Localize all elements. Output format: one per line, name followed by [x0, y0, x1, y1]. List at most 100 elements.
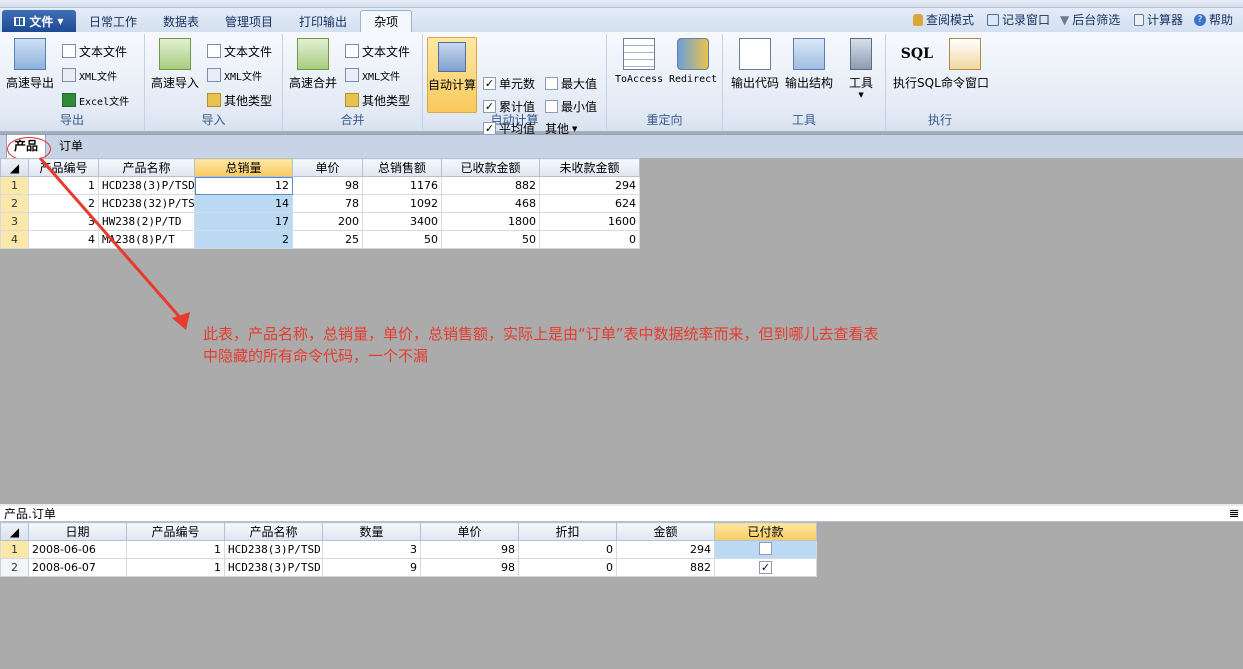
cell-date[interactable]: 2008-06-07	[28, 558, 127, 577]
cumulative-checkbox[interactable]: ✓ 累计值	[483, 97, 535, 115]
column-header-product-id[interactable]: 产品编号	[126, 522, 225, 541]
tab-misc[interactable]: 杂项	[360, 10, 413, 32]
column-header-unreceived[interactable]: 未收款金额	[539, 158, 640, 177]
pin-icon[interactable]: 𝌆	[1229, 507, 1239, 520]
cell-discount[interactable]: 0	[518, 558, 617, 577]
execute-sql-button[interactable]: SQL 执行SQL	[893, 38, 941, 91]
cell-product-name[interactable]: HCD238(3)P/TSD	[224, 540, 323, 559]
auto-calculate-button[interactable]: 自动计算	[427, 37, 477, 113]
cell-date[interactable]: 2008-06-06	[28, 540, 127, 559]
cell-paid[interactable]: ✓	[714, 558, 817, 577]
cell-amount[interactable]: 882	[616, 558, 715, 577]
column-header-total-sales[interactable]: 总销售额	[362, 158, 442, 177]
cell-product-id[interactable]: 1	[126, 558, 225, 577]
row-number[interactable]: 4	[0, 230, 29, 249]
cell-count-checkbox[interactable]: ✓ 单元数	[483, 74, 535, 92]
cell-total-qty[interactable]: 12	[194, 176, 293, 195]
view-mode-button[interactable]: 查阅模式	[913, 11, 974, 28]
column-header-paid[interactable]: 已付款	[714, 522, 817, 541]
column-header-quantity[interactable]: 数量	[322, 522, 421, 541]
cell-product-id[interactable]: 2	[28, 194, 99, 213]
command-window-button[interactable]: 命令窗口	[941, 38, 989, 91]
output-code-button[interactable]: 输出代码	[731, 38, 779, 91]
cell-product-name[interactable]: HCD238(32)P/TS	[98, 194, 195, 213]
help-button[interactable]: ? 帮助	[1194, 11, 1233, 28]
toaccess-button[interactable]: ToAccess	[615, 38, 663, 85]
row-number[interactable]: 3	[0, 212, 29, 231]
min-value-checkbox[interactable]: 最小值	[545, 97, 597, 115]
max-value-checkbox[interactable]: 最大值	[545, 74, 597, 92]
tab-print-output[interactable]: 打印输出	[286, 10, 360, 32]
column-header-product-name[interactable]: 产品名称	[224, 522, 323, 541]
cell-product-name[interactable]: HCD238(3)P/TSD	[224, 558, 323, 577]
merge-text-file-button[interactable]: 文本文件	[345, 42, 410, 60]
tab-data-table[interactable]: 数据表	[150, 10, 212, 32]
column-header-product-id[interactable]: 产品编号	[28, 158, 99, 177]
cell-unreceived[interactable]: 1600	[539, 212, 640, 231]
table-row[interactable]: 2 2008-06-07 1 HCD238(3)P/TSD 9 98 0 882…	[0, 558, 817, 577]
table-row[interactable]: 3 3 HW238(2)P/TD 17 200 3400 1800 1600	[0, 212, 640, 231]
column-header-total-qty[interactable]: 总销量	[194, 158, 293, 177]
cell-total-qty[interactable]: 2	[194, 230, 293, 249]
import-xml-file-button[interactable]: XML文件	[207, 66, 262, 84]
record-window-button[interactable]: 记录窗口	[987, 11, 1050, 28]
cell-price[interactable]: 98	[292, 176, 363, 195]
cell-paid[interactable]	[714, 540, 817, 559]
cell-total-qty[interactable]: 14	[194, 194, 293, 213]
cell-received[interactable]: 882	[441, 176, 540, 195]
cell-quantity[interactable]: 3	[322, 540, 421, 559]
export-xml-file-button[interactable]: XML文件	[62, 66, 117, 84]
fast-merge-button[interactable]: 高速合并	[289, 38, 337, 91]
cell-product-id[interactable]: 4	[28, 230, 99, 249]
cell-quantity[interactable]: 9	[322, 558, 421, 577]
table-row[interactable]: 1 1 HCD238(3)P/TSD 12 98 1176 882 294	[0, 176, 640, 195]
column-header-price[interactable]: 单价	[420, 522, 519, 541]
cell-product-name[interactable]: MA238(8)P/T	[98, 230, 195, 249]
paid-checkbox[interactable]: ✓	[759, 561, 772, 574]
export-excel-file-button[interactable]: Excel文件	[62, 91, 129, 109]
grid-corner[interactable]: ◢	[0, 158, 29, 177]
cell-price[interactable]: 25	[292, 230, 363, 249]
cell-received[interactable]: 50	[441, 230, 540, 249]
tab-daily-work[interactable]: 日常工作	[76, 10, 150, 32]
export-text-file-button[interactable]: 文本文件	[62, 42, 127, 60]
merge-xml-file-button[interactable]: XML文件	[345, 66, 400, 84]
cell-product-id[interactable]: 1	[28, 176, 99, 195]
cell-total-sales[interactable]: 3400	[362, 212, 442, 231]
cell-unreceived[interactable]: 0	[539, 230, 640, 249]
column-header-price[interactable]: 单价	[292, 158, 363, 177]
cell-received[interactable]: 468	[441, 194, 540, 213]
redirect-button[interactable]: Redirect	[669, 38, 717, 85]
cell-price[interactable]: 98	[420, 558, 519, 577]
cell-received[interactable]: 1800	[441, 212, 540, 231]
cell-product-id[interactable]: 1	[126, 540, 225, 559]
paid-checkbox[interactable]	[759, 541, 772, 555]
cell-price[interactable]: 78	[292, 194, 363, 213]
cell-total-sales[interactable]: 1176	[362, 176, 442, 195]
filter-button[interactable]: ▼ 后台筛选	[1060, 11, 1120, 28]
cell-total-sales[interactable]: 50	[362, 230, 442, 249]
cell-product-name[interactable]: HW238(2)P/TD	[98, 212, 195, 231]
column-header-product-name[interactable]: 产品名称	[98, 158, 195, 177]
column-header-amount[interactable]: 金额	[616, 522, 715, 541]
table-row[interactable]: 4 4 MA238(8)P/T 2 25 50 50 0	[0, 230, 640, 249]
cell-product-id[interactable]: 3	[28, 212, 99, 231]
row-number[interactable]: 2	[0, 558, 29, 577]
cell-discount[interactable]: 0	[518, 540, 617, 559]
import-other-type-button[interactable]: 其他类型	[207, 91, 272, 109]
row-number[interactable]: 2	[0, 194, 29, 213]
cell-price[interactable]: 200	[292, 212, 363, 231]
cell-price[interactable]: 98	[420, 540, 519, 559]
cell-total-sales[interactable]: 1092	[362, 194, 442, 213]
output-structure-button[interactable]: 输出结构	[785, 38, 833, 91]
sheet-tab-orders[interactable]: 订单	[52, 135, 90, 158]
calculator-button[interactable]: 计算器	[1134, 11, 1183, 28]
merge-other-type-button[interactable]: 其他类型	[345, 91, 410, 109]
row-number[interactable]: 1	[0, 540, 29, 559]
table-row[interactable]: 1 2008-06-06 1 HCD238(3)P/TSD 3 98 0 294	[0, 540, 817, 559]
fast-import-button[interactable]: 高速导入	[151, 38, 199, 91]
cell-amount[interactable]: 294	[616, 540, 715, 559]
column-header-discount[interactable]: 折扣	[518, 522, 617, 541]
cell-unreceived[interactable]: 294	[539, 176, 640, 195]
grid-corner[interactable]: ◢	[0, 522, 29, 541]
